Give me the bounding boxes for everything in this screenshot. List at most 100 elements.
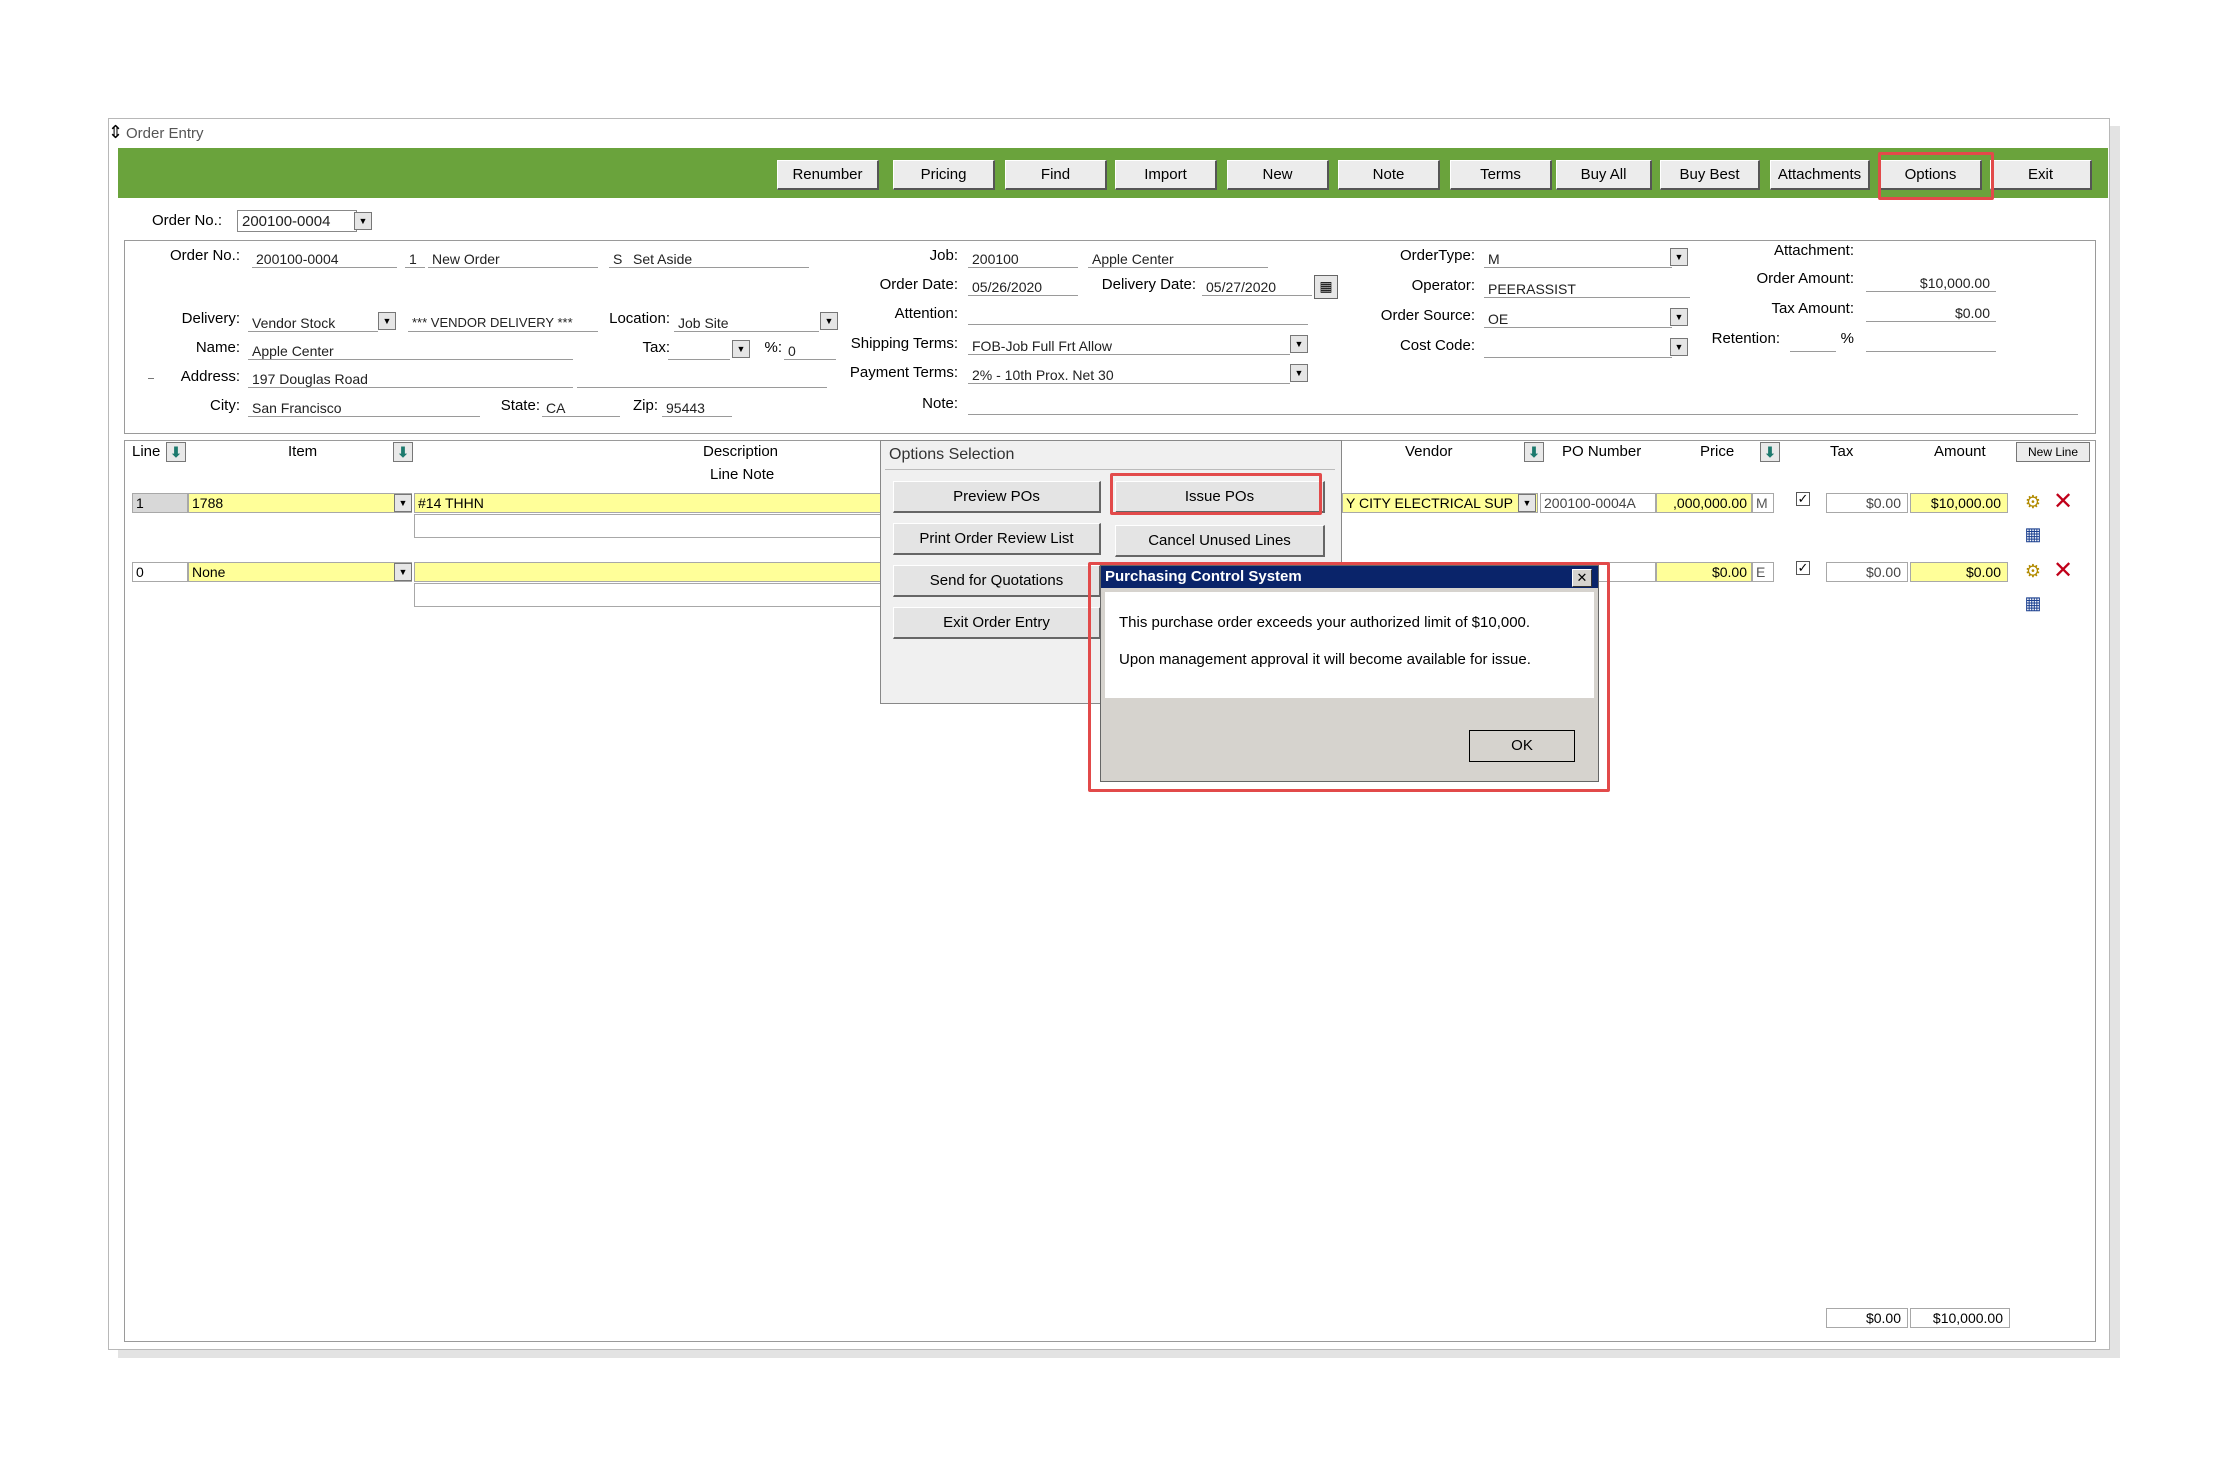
edit-line-icon[interactable]: ⚙ (2020, 559, 2046, 583)
chevron-down-icon[interactable]: ▼ (820, 312, 838, 330)
shipping-terms-field[interactable]: FOB-Job Full Frt Allow (968, 335, 1290, 355)
chevron-down-icon[interactable]: ▼ (354, 212, 372, 230)
row1-po-number: 200100-0004A (1540, 493, 1656, 513)
sort-down-arrow-icon[interactable]: ⬇ (166, 442, 186, 462)
new-line-button[interactable]: New Line (2016, 442, 2090, 462)
row1-line-note[interactable] (414, 514, 882, 538)
row2-unit[interactable]: E (1752, 562, 1774, 582)
chevron-down-icon[interactable]: ▼ (378, 312, 396, 330)
address-field[interactable]: 197 Douglas Road (248, 368, 573, 388)
row1-item[interactable]: 1788 (188, 493, 412, 513)
row2-price[interactable]: $0.00 (1656, 562, 1752, 582)
chevron-down-icon[interactable]: ▼ (394, 494, 412, 512)
insert-line-icon[interactable]: ▦ (2020, 591, 2046, 615)
import-button[interactable]: Import (1115, 160, 1217, 190)
pct-field[interactable]: 0 (784, 340, 836, 360)
note-field[interactable] (968, 395, 2078, 415)
col-description: Description (703, 443, 779, 460)
attention-label: Attention: (894, 305, 958, 322)
row2-line-note[interactable] (414, 583, 882, 607)
total-amount: $10,000.00 (1910, 1308, 2010, 1328)
city-field[interactable]: San Francisco (248, 397, 480, 417)
sort-down-arrow-icon[interactable]: ⬇ (1760, 442, 1780, 462)
row2-amount: $0.00 (1910, 562, 2008, 582)
edit-line-icon[interactable]: ⚙ (2020, 490, 2046, 514)
renumber-button[interactable]: Renumber (777, 160, 879, 190)
chevron-down-icon[interactable]: ▼ (732, 340, 750, 358)
job-field[interactable]: 200100 (968, 248, 1078, 268)
name-field[interactable]: Apple Center (248, 340, 573, 360)
exit-button[interactable]: Exit (1990, 160, 2092, 190)
row1-amount: $10,000.00 (1910, 493, 2008, 513)
insert-line-icon[interactable]: ▦ (2020, 522, 2046, 546)
chevron-down-icon[interactable]: ▼ (1670, 308, 1688, 326)
order-type-field[interactable]: M (1484, 248, 1672, 268)
new-button[interactable]: New (1227, 160, 1329, 190)
top-order-no-field[interactable]: 200100-0004 (237, 210, 357, 232)
cost-code-field[interactable] (1484, 338, 1672, 358)
location-field[interactable]: Job Site (674, 312, 819, 332)
row2-description[interactable] (414, 562, 882, 582)
row2-item[interactable]: None (188, 562, 412, 582)
preview-pos-button[interactable]: Preview POs (893, 481, 1101, 513)
col-line-note: Line Note (710, 466, 775, 483)
set-code-field: S (609, 248, 629, 268)
chevron-down-icon[interactable]: ▼ (394, 563, 412, 581)
attachments-button[interactable]: Attachments (1770, 160, 1870, 190)
row1-unit[interactable]: M (1752, 493, 1774, 513)
order-amount-label: Order Amount: (1756, 270, 1854, 287)
delete-line-icon[interactable]: ✕ (2050, 559, 2076, 583)
chevron-down-icon[interactable]: ▼ (1290, 364, 1308, 382)
chevron-down-icon[interactable]: ▼ (1518, 494, 1536, 512)
retention-amount-field[interactable] (1866, 332, 1996, 352)
order-no-field[interactable]: 200100-0004 (252, 248, 397, 268)
order-type-label: OrderType: (1399, 247, 1475, 264)
row1-line[interactable]: 1 (132, 493, 188, 513)
address-line2-field[interactable] (577, 368, 827, 388)
top-order-no-label: Order No.: (151, 212, 222, 229)
delivery-date-field[interactable]: 05/27/2020 (1202, 276, 1312, 296)
name-label: Name: (195, 339, 240, 356)
set-field: Set Aside (629, 248, 809, 268)
state-label: State: (500, 397, 540, 414)
zip-label: Zip: (632, 397, 658, 414)
exit-order-entry-button[interactable]: Exit Order Entry (893, 607, 1101, 639)
delivery-note-field: *** VENDOR DELIVERY *** (408, 312, 598, 332)
terms-button[interactable]: Terms (1450, 160, 1552, 190)
cancel-unused-lines-button[interactable]: Cancel Unused Lines (1115, 525, 1325, 557)
delivery-field[interactable]: Vendor Stock (248, 312, 378, 332)
delivery-label: Delivery: (181, 310, 240, 327)
order-date-field[interactable]: 05/26/2020 (968, 276, 1078, 296)
buy-all-button[interactable]: Buy All (1556, 160, 1652, 190)
buy-best-button[interactable]: Buy Best (1660, 160, 1760, 190)
payment-terms-field[interactable]: 2% - 10th Prox. Net 30 (968, 364, 1290, 384)
pricing-button[interactable]: Pricing (893, 160, 995, 190)
delete-line-icon[interactable]: ✕ (2050, 490, 2076, 514)
order-source-field[interactable]: OE (1484, 308, 1672, 328)
attention-field[interactable] (968, 305, 1308, 325)
tax-field[interactable] (668, 340, 730, 360)
row1-tax-checkbox[interactable]: ✓ (1796, 492, 1810, 506)
col-vendor: Vendor (1405, 443, 1453, 460)
calendar-icon[interactable]: ▦ (1314, 275, 1338, 299)
sort-down-arrow-icon[interactable]: ⬇ (393, 442, 413, 462)
operator-field[interactable]: PEERASSIST (1484, 278, 1690, 298)
row1-description[interactable]: #14 THHN (414, 493, 882, 513)
sort-down-arrow-icon[interactable]: ⬇ (1524, 442, 1544, 462)
state-field[interactable]: CA (542, 397, 620, 417)
row2-line[interactable]: 0 (132, 562, 188, 582)
tax-amount-label: Tax Amount: (1771, 300, 1854, 317)
find-button[interactable]: Find (1005, 160, 1107, 190)
chevron-down-icon[interactable]: ▼ (1290, 335, 1308, 353)
resize-grip-icon[interactable]: ⇕ (108, 122, 123, 143)
row1-vendor[interactable]: Y CITY ELECTRICAL SUP (1342, 493, 1538, 513)
row2-tax-checkbox[interactable]: ✓ (1796, 561, 1810, 575)
chevron-down-icon[interactable]: ▼ (1670, 248, 1688, 266)
retention-field[interactable] (1790, 332, 1836, 352)
zip-field[interactable]: 95443 (662, 397, 732, 417)
send-for-quotations-button[interactable]: Send for Quotations (893, 565, 1101, 597)
chevron-down-icon[interactable]: ▼ (1670, 338, 1688, 356)
row1-price[interactable]: ,000,000.00 (1656, 493, 1752, 513)
note-button[interactable]: Note (1338, 160, 1440, 190)
print-order-review-button[interactable]: Print Order Review List (893, 523, 1101, 555)
